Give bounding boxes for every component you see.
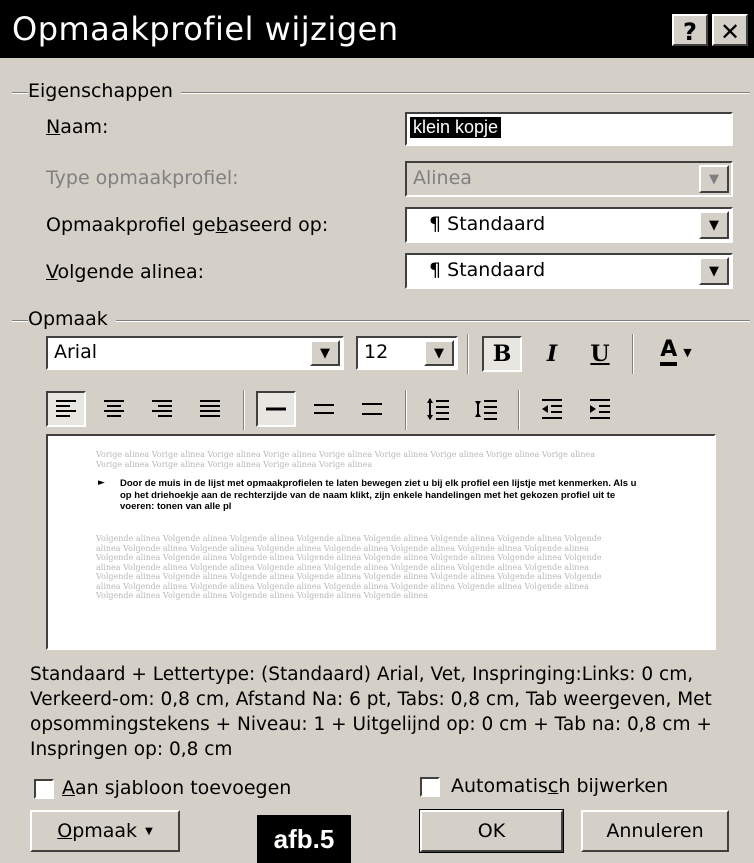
auto-update-label: Automatisch bijwerken bbox=[451, 775, 669, 797]
toolbar-separator bbox=[467, 334, 469, 374]
type-select: Alinea ▼ bbox=[405, 161, 733, 197]
font-color-icon: A bbox=[660, 338, 678, 366]
auto-update-checkbox[interactable] bbox=[420, 777, 440, 797]
toolbar-separator bbox=[518, 390, 520, 430]
preview-sample-text: Door de muis in de lijst met opmaakprofi… bbox=[120, 478, 637, 512]
format-menu-button[interactable]: Opmaak ▼ bbox=[30, 810, 180, 852]
dialog-title: Opmaakprofiel wijzigen bbox=[12, 10, 399, 48]
next-paragraph-label: Volgende alinea: bbox=[46, 261, 204, 283]
font-size-select-value: 12 bbox=[364, 341, 389, 363]
justify-icon bbox=[200, 400, 220, 417]
next-paragraph-select[interactable]: ¶ Standaard ▼ bbox=[405, 253, 733, 289]
align-right-button[interactable] bbox=[142, 391, 182, 427]
underline-button[interactable]: U bbox=[580, 336, 620, 372]
format-group-label: Opmaak bbox=[28, 308, 116, 330]
align-left-button[interactable] bbox=[46, 391, 86, 427]
spacing-before-icon bbox=[427, 398, 449, 420]
font-color-button[interactable]: A ▼ bbox=[648, 334, 704, 370]
add-to-template-label: Aan sjabloon toevoegen bbox=[62, 777, 292, 799]
font-select-value: Arial bbox=[54, 341, 98, 363]
caret-down-icon: ▼ bbox=[683, 345, 692, 359]
type-label: Type opmaakprofiel: bbox=[46, 167, 239, 189]
font-size-select[interactable]: 12 ▼ bbox=[356, 336, 458, 370]
one-half-spacing-button[interactable] bbox=[304, 391, 344, 427]
style-preview: Vorige alinea Vorige alinea Vorige aline… bbox=[46, 434, 716, 650]
caret-down-icon: ▼ bbox=[145, 825, 153, 837]
help-button[interactable]: ? bbox=[672, 14, 708, 46]
align-left-icon bbox=[56, 400, 76, 417]
increase-indent-icon bbox=[590, 399, 610, 419]
chevron-down-icon[interactable]: ▼ bbox=[699, 211, 729, 239]
cancel-button[interactable]: Annuleren bbox=[581, 810, 729, 852]
single-spacing-button[interactable] bbox=[256, 391, 296, 427]
double-spacing-button[interactable] bbox=[352, 391, 392, 427]
properties-group-label: Eigenschappen bbox=[28, 80, 181, 102]
italic-button[interactable]: I bbox=[532, 336, 572, 372]
spacing-after-icon bbox=[475, 400, 497, 420]
chevron-down-icon: ▼ bbox=[699, 165, 729, 193]
decrease-indent-icon bbox=[542, 399, 562, 419]
justify-button[interactable] bbox=[190, 391, 230, 427]
align-right-icon bbox=[152, 400, 172, 417]
style-description: Standaard + Lettertype: (Standaard) Aria… bbox=[30, 664, 712, 760]
preview-next-paragraph: Volgende alinea Volgende alinea Volgende… bbox=[96, 534, 602, 600]
close-button[interactable]: ✕ bbox=[712, 14, 748, 46]
toolbar-separator bbox=[243, 390, 245, 430]
bold-button[interactable]: B bbox=[482, 336, 522, 372]
chevron-down-icon[interactable]: ▼ bbox=[310, 340, 340, 366]
based-on-select[interactable]: ¶ Standaard ▼ bbox=[405, 207, 733, 243]
name-input[interactable]: klein kopje bbox=[405, 112, 733, 146]
toolbar-separator bbox=[632, 334, 634, 374]
chevron-down-icon[interactable]: ▼ bbox=[699, 257, 729, 285]
single-spacing-icon bbox=[266, 407, 286, 411]
name-label: Naam: bbox=[46, 116, 109, 138]
font-select[interactable]: Arial ▼ bbox=[46, 336, 344, 370]
format-group-line bbox=[12, 320, 750, 322]
based-on-label: Opmaakprofiel gebaseerd op: bbox=[46, 214, 329, 236]
next-paragraph-select-value: ¶ Standaard bbox=[429, 259, 546, 281]
increase-spacing-before-button[interactable] bbox=[466, 391, 506, 427]
preview-previous-paragraph: Vorige alinea Vorige alinea Vorige aline… bbox=[96, 450, 595, 469]
add-to-template-checkbox[interactable] bbox=[34, 779, 54, 799]
one-half-spacing-icon bbox=[314, 404, 334, 414]
chevron-down-icon[interactable]: ▼ bbox=[424, 340, 454, 366]
increase-indent-button[interactable] bbox=[580, 391, 620, 427]
toolbar-separator bbox=[405, 390, 407, 430]
bullet-arrow-icon: ► bbox=[98, 478, 105, 488]
type-select-value: Alinea bbox=[413, 167, 472, 189]
figure-badge: afb.5 bbox=[257, 815, 351, 863]
align-center-button[interactable] bbox=[94, 391, 134, 427]
based-on-select-value: ¶ Standaard bbox=[429, 213, 546, 235]
name-input-value: klein kopje bbox=[410, 117, 502, 138]
decrease-indent-button[interactable] bbox=[532, 391, 572, 427]
ok-button[interactable]: OK bbox=[419, 809, 564, 853]
align-center-icon bbox=[104, 400, 124, 417]
title-bar: Opmaakprofiel wijzigen ? ✕ bbox=[0, 0, 754, 58]
double-spacing-icon bbox=[362, 403, 382, 415]
decrease-spacing-before-button[interactable] bbox=[418, 391, 458, 427]
